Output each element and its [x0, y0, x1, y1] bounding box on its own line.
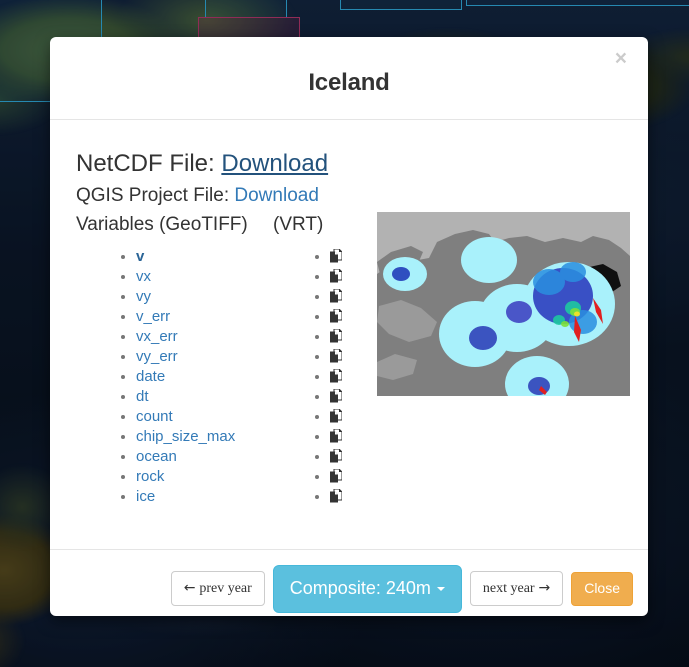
page-title: Iceland	[308, 69, 390, 96]
variable-link-ocean[interactable]: ocean	[136, 448, 177, 465]
copy-icon[interactable]	[330, 388, 343, 409]
variable-link-date[interactable]: date	[136, 368, 165, 385]
qgis-file-row: QGIS Project File: Download	[76, 185, 319, 207]
variable-link-ice[interactable]: ice	[136, 488, 155, 505]
close-button[interactable]: Close	[571, 571, 633, 606]
vrt-list-item	[330, 347, 343, 369]
vrt-heading: (VRT)	[273, 214, 324, 235]
copy-icon[interactable]	[330, 308, 343, 329]
vrt-list-item	[330, 407, 343, 429]
variable-link-v[interactable]: v	[136, 248, 144, 265]
vrt-list-item	[330, 447, 343, 469]
qgis-download-link[interactable]: Download	[234, 185, 319, 206]
copy-icon[interactable]	[330, 288, 343, 309]
variable-list-item: rock	[136, 467, 235, 487]
variable-list-item: ice	[136, 487, 235, 507]
vrt-list-item	[330, 427, 343, 449]
variable-list-item: date	[136, 367, 235, 387]
variable-list-item: vx_err	[136, 327, 235, 347]
copy-icon[interactable]	[330, 488, 343, 509]
copy-icon[interactable]	[330, 448, 343, 469]
arrow-left-icon: ←	[183, 580, 196, 597]
netcdf-file-row: NetCDF File: Download	[76, 150, 328, 178]
variable-list-item: vx	[136, 267, 235, 287]
variable-list-item: count	[136, 407, 235, 427]
variable-link-vy[interactable]: vy	[136, 288, 151, 305]
copy-icon[interactable]	[330, 428, 343, 449]
copy-icon[interactable]	[330, 408, 343, 429]
vrt-list-item	[330, 267, 343, 289]
next-year-label: next year	[482, 581, 535, 597]
qgis-file-label: QGIS Project File:	[76, 185, 230, 206]
iceland-dataset-modal: × Iceland NetCDF File: Download QGIS Pro…	[50, 37, 648, 616]
variable-link-vy_err[interactable]: vy_err	[136, 348, 178, 365]
variable-list-item: ocean	[136, 447, 235, 467]
copy-icon[interactable]	[330, 468, 343, 489]
copy-icon[interactable]	[330, 368, 343, 389]
variable-link-count[interactable]: count	[136, 408, 173, 425]
copy-icon[interactable]	[330, 348, 343, 369]
copy-icon[interactable]	[330, 328, 343, 349]
modal-header: × Iceland	[50, 37, 648, 120]
variable-list-item: vy	[136, 287, 235, 307]
modal-body: NetCDF File: Download QGIS Project File:…	[50, 120, 648, 548]
variables-list: v vx vy v_err vx_err vy_errdate dt count chip_si…	[118, 247, 235, 507]
variable-link-rock[interactable]: rock	[136, 468, 164, 485]
variable-link-v_err[interactable]: v_err	[136, 308, 170, 325]
prev-year-button[interactable]: ← prev year	[170, 571, 265, 607]
vrt-list-item	[330, 487, 343, 509]
variable-link-vx_err[interactable]: vx_err	[136, 328, 178, 345]
footer-button-group: ← prev year Composite: 240m next year → …	[170, 565, 633, 613]
vrt-list-item	[330, 387, 343, 409]
variable-list-item: dt	[136, 387, 235, 407]
next-year-button[interactable]: next year →	[469, 571, 564, 607]
vrt-list-item	[330, 327, 343, 349]
variable-link-dt[interactable]: dt	[136, 388, 149, 405]
preview-raster	[377, 230, 630, 396]
arrow-right-icon: →	[538, 580, 551, 597]
vrt-list-item	[330, 247, 343, 269]
modal-footer: ← prev year Composite: 240m next year → …	[50, 549, 648, 616]
chevron-down-icon	[436, 587, 445, 592]
netcdf-file-label: NetCDF File:	[76, 150, 215, 177]
vrt-list-item	[330, 307, 343, 329]
composite-dropdown-button[interactable]: Composite: 240m	[272, 565, 462, 613]
variables-heading: Variables (GeoTIFF)	[76, 214, 248, 235]
variable-link-chip_size_max[interactable]: chip_size_max	[136, 428, 235, 445]
velocity-preview-image[interactable]	[377, 212, 630, 396]
vrt-list-item	[330, 367, 343, 389]
copy-icon[interactable]	[330, 248, 343, 269]
netcdf-download-link[interactable]: Download	[221, 150, 328, 177]
vrt-list-item	[330, 467, 343, 489]
variable-link-vx[interactable]: vx	[136, 268, 151, 285]
vrt-list-item	[330, 287, 343, 309]
composite-label: Composite: 240m	[289, 578, 431, 598]
variable-list-item: v	[136, 247, 235, 267]
prev-year-label: prev year	[199, 581, 252, 597]
variable-list-item: chip_size_max	[136, 427, 235, 447]
vrt-copy-list	[312, 247, 343, 509]
copy-icon[interactable]	[330, 268, 343, 289]
variable-list-item: vy_err	[136, 347, 235, 367]
close-icon[interactable]: ×	[609, 44, 633, 73]
variable-list-item: v_err	[136, 307, 235, 327]
